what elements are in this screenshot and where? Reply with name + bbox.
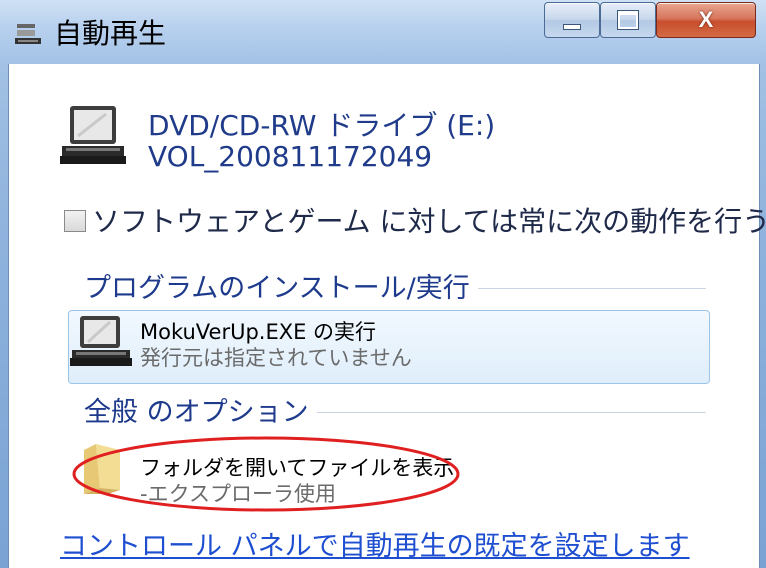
title-bar[interactable]: 自動再生 X: [0, 0, 766, 64]
always-do-checkbox[interactable]: [64, 210, 86, 232]
computer-drive-icon: [58, 100, 128, 170]
highlight-ellipse: [72, 436, 460, 512]
minimize-button[interactable]: [544, 2, 600, 38]
computer-icon: [70, 314, 134, 374]
autoplay-defaults-link[interactable]: コントロール パネルで自動再生の既定を設定します: [60, 524, 690, 563]
minimize-icon: [563, 24, 581, 30]
section-install-heading: プログラムのインストール/実行: [84, 266, 478, 305]
section-divider: [296, 412, 706, 413]
maximize-button[interactable]: [600, 2, 656, 38]
close-icon: X: [698, 7, 714, 32]
section-general-heading: 全般 のオプション: [84, 390, 317, 429]
maximize-icon: [617, 10, 639, 30]
autoplay-icon: [14, 18, 44, 50]
always-do-label[interactable]: ソフトウェアとゲーム に対しては常に次の動作を行う:: [92, 200, 766, 240]
volume-label: VOL_200811172049: [148, 140, 433, 173]
drive-name: DVD/CD-RW ドライブ (E:): [148, 109, 496, 142]
window-title: 自動再生: [54, 17, 167, 50]
close-button[interactable]: X: [656, 2, 756, 38]
run-program-publisher: 発行元は指定されていません: [140, 346, 412, 370]
